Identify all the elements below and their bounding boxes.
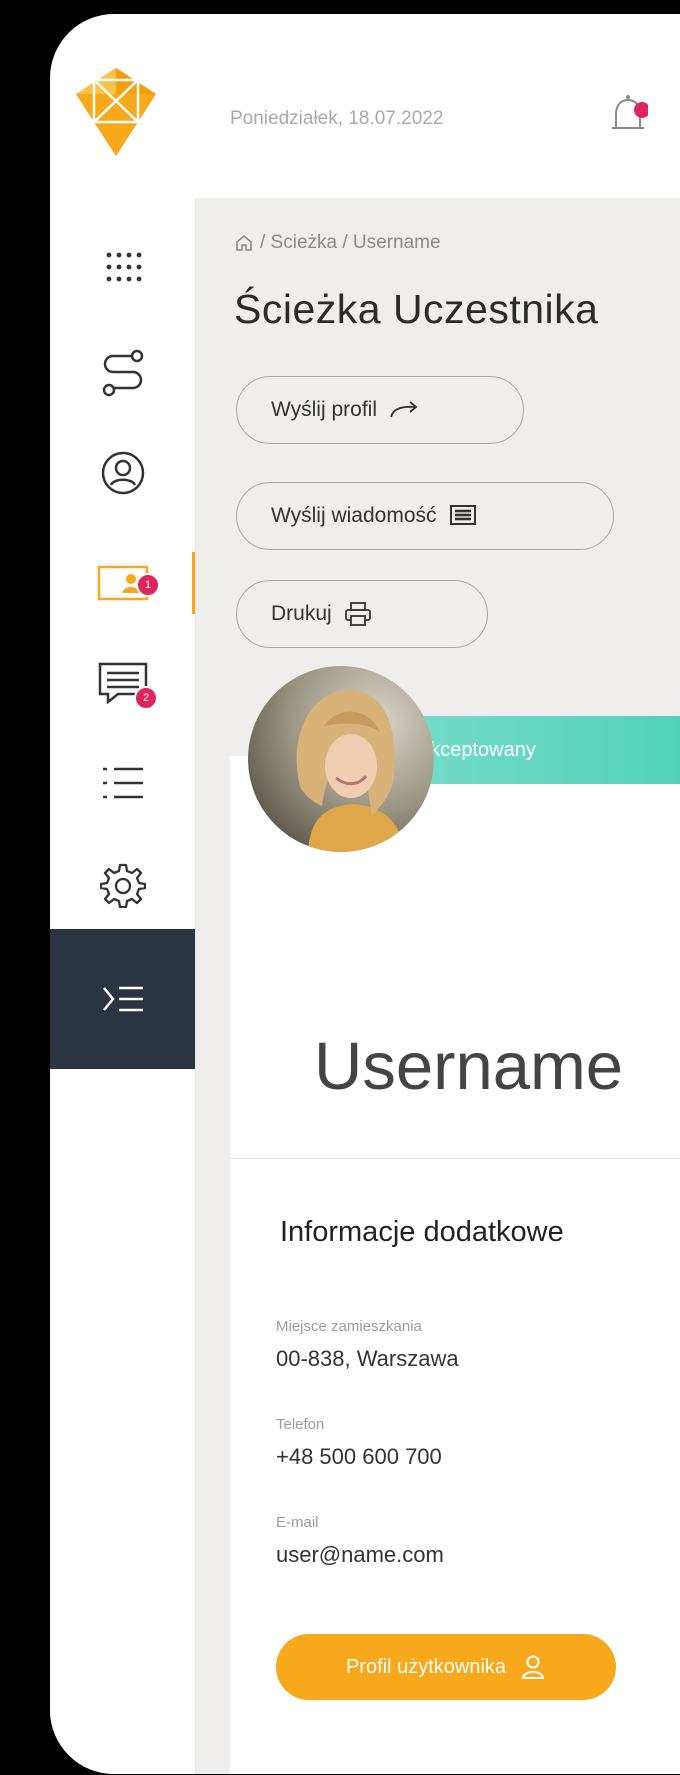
- residence-label: Miejsce zamieszkania: [276, 1318, 422, 1335]
- print-button[interactable]: Drukuj: [236, 580, 488, 648]
- route-icon: [102, 349, 143, 397]
- phone-label: Telefon: [276, 1416, 325, 1433]
- user-circle-icon: [101, 451, 144, 495]
- sidebar: 1 2: [50, 198, 195, 1774]
- avatar: [248, 666, 434, 852]
- profile-card: [230, 756, 680, 1774]
- sidebar-item-messages[interactable]: 2: [50, 640, 195, 726]
- page-title: Ścieżka Uczestnika: [234, 286, 599, 332]
- send-profile-button[interactable]: Wyślij profil: [236, 376, 524, 444]
- home-icon[interactable]: [234, 233, 254, 253]
- message-icon: [449, 505, 476, 525]
- gem-logo-icon[interactable]: [72, 64, 160, 160]
- phone-value: +48 500 600 700: [276, 1444, 442, 1469]
- bell-icon[interactable]: [608, 92, 648, 140]
- sidebar-item-path[interactable]: [50, 330, 195, 416]
- share-arrow-icon: [390, 401, 418, 418]
- sidebar-item-participants[interactable]: 1: [50, 540, 195, 626]
- user-icon: [521, 1655, 545, 1679]
- list-icon: [102, 767, 143, 799]
- email-value: user@name.com: [276, 1542, 444, 1567]
- breadcrumb: / Scieżka / Username: [234, 232, 441, 254]
- main-content: / Scieżka / Username Ścieżka Uczestnika …: [195, 198, 680, 1774]
- user-profile-label: Profil użytkownika: [345, 1655, 507, 1678]
- residence-value: 00-838, Warszawa: [276, 1346, 459, 1371]
- divider: [230, 1158, 680, 1159]
- sidebar-item-settings[interactable]: [50, 842, 195, 928]
- section-title: Informacje dodatkowe: [280, 1216, 564, 1248]
- print-label: Drukuj: [271, 602, 332, 625]
- printer-icon: [344, 602, 371, 626]
- current-date: Poniedziałek, 18.07.2022: [230, 108, 444, 129]
- collapse-menu-icon: [102, 986, 143, 1012]
- send-message-button[interactable]: Wyślij wiadomość: [236, 482, 614, 550]
- send-profile-label: Wyślij profil: [271, 398, 377, 421]
- breadcrumb-path[interactable]: / Scieżka / Username: [260, 232, 441, 254]
- sidebar-item-collapse[interactable]: [50, 929, 195, 1069]
- app-window: Poniedziałek, 18.07.2022 1 2 / Scieżka /…: [50, 14, 680, 1774]
- sidebar-item-apps[interactable]: [50, 226, 195, 312]
- gear-icon: [99, 863, 146, 908]
- sidebar-item-list[interactable]: [50, 740, 195, 826]
- grid-dots-icon: [106, 252, 141, 282]
- notification-badge: 2: [134, 686, 158, 710]
- sidebar-item-profile[interactable]: [50, 430, 195, 516]
- email-label: E-mail: [276, 1514, 319, 1531]
- notification-badge: 1: [136, 573, 160, 597]
- username-heading: Username: [314, 1029, 624, 1104]
- send-message-label: Wyślij wiadomość: [271, 504, 437, 527]
- user-profile-button[interactable]: Profil użytkownika: [276, 1634, 616, 1700]
